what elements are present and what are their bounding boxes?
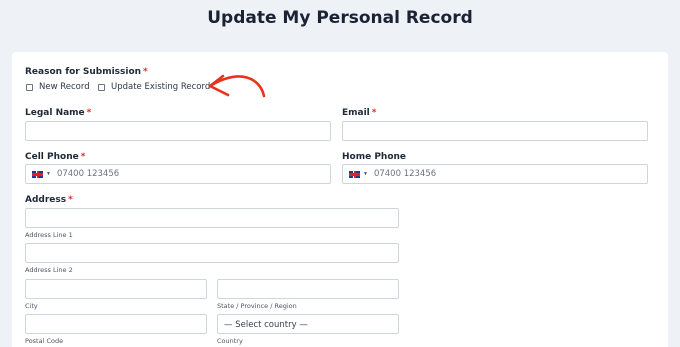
city-input[interactable] xyxy=(25,279,207,299)
required-mark: * xyxy=(371,108,377,118)
new-record-label: New Record xyxy=(39,82,90,92)
address-label-text: Address xyxy=(25,195,67,205)
country-select[interactable]: — Select country — xyxy=(217,314,399,334)
email-label: Email * xyxy=(342,108,377,118)
update-existing-record-label: Update Existing Record xyxy=(111,82,211,92)
state-input[interactable] xyxy=(217,279,399,299)
address-line-1-label: Address Line 1 xyxy=(25,231,73,239)
cell-phone-placeholder: 07400 123456 xyxy=(56,169,120,179)
legal-name-label: Legal Name * xyxy=(25,108,91,118)
gb-flag-icon[interactable] xyxy=(32,170,43,178)
reason-label-text: Reason for Submission xyxy=(25,67,142,77)
state-label: State / Province / Region xyxy=(217,302,297,310)
required-mark: * xyxy=(143,67,148,77)
country-dropdown-caret-icon[interactable]: ▼ xyxy=(46,171,51,177)
country-select-value: — Select country — xyxy=(224,320,308,330)
legal-name-label-text: Legal Name xyxy=(25,108,85,118)
address-line-2-input[interactable] xyxy=(25,243,399,263)
required-mark: * xyxy=(80,152,86,162)
country-dropdown-caret-icon[interactable]: ▼ xyxy=(363,171,368,177)
home-phone-input[interactable]: ▼ 07400 123456 xyxy=(342,164,648,184)
reason-label: Reason for Submission * xyxy=(25,67,148,77)
form-card: Reason for Submission * New Record Update… xyxy=(12,52,668,347)
cell-phone-label: Cell Phone * xyxy=(25,152,85,162)
cell-phone-input[interactable]: ▼ 07400 123456 xyxy=(25,164,331,184)
address-line-1-input[interactable] xyxy=(25,208,399,228)
option-new-record[interactable]: New Record xyxy=(26,82,90,92)
postal-code-label: Postal Code xyxy=(25,337,64,345)
country-label: Country xyxy=(217,337,243,345)
legal-name-input[interactable] xyxy=(25,121,331,141)
address-label: Address * xyxy=(25,195,73,205)
page-title: Update My Personal Record xyxy=(207,8,473,28)
annotation-arrow-icon xyxy=(208,74,266,98)
new-record-checkbox[interactable] xyxy=(26,83,33,91)
required-mark: * xyxy=(86,108,92,118)
home-phone-label-text: Home Phone xyxy=(342,152,407,162)
update-existing-record-checkbox[interactable] xyxy=(98,83,105,91)
home-phone-placeholder: 07400 123456 xyxy=(373,169,437,179)
required-mark: * xyxy=(68,195,73,205)
postal-code-input[interactable] xyxy=(25,314,207,334)
option-update-existing-record[interactable]: Update Existing Record xyxy=(98,82,210,92)
gb-flag-icon[interactable] xyxy=(349,170,360,178)
address-line-2-label: Address Line 2 xyxy=(25,266,73,274)
cell-phone-label-text: Cell Phone xyxy=(25,152,79,162)
home-phone-label: Home Phone xyxy=(342,152,406,162)
email-label-text: Email xyxy=(342,108,370,118)
email-input[interactable] xyxy=(342,121,648,141)
city-label: City xyxy=(25,302,38,310)
